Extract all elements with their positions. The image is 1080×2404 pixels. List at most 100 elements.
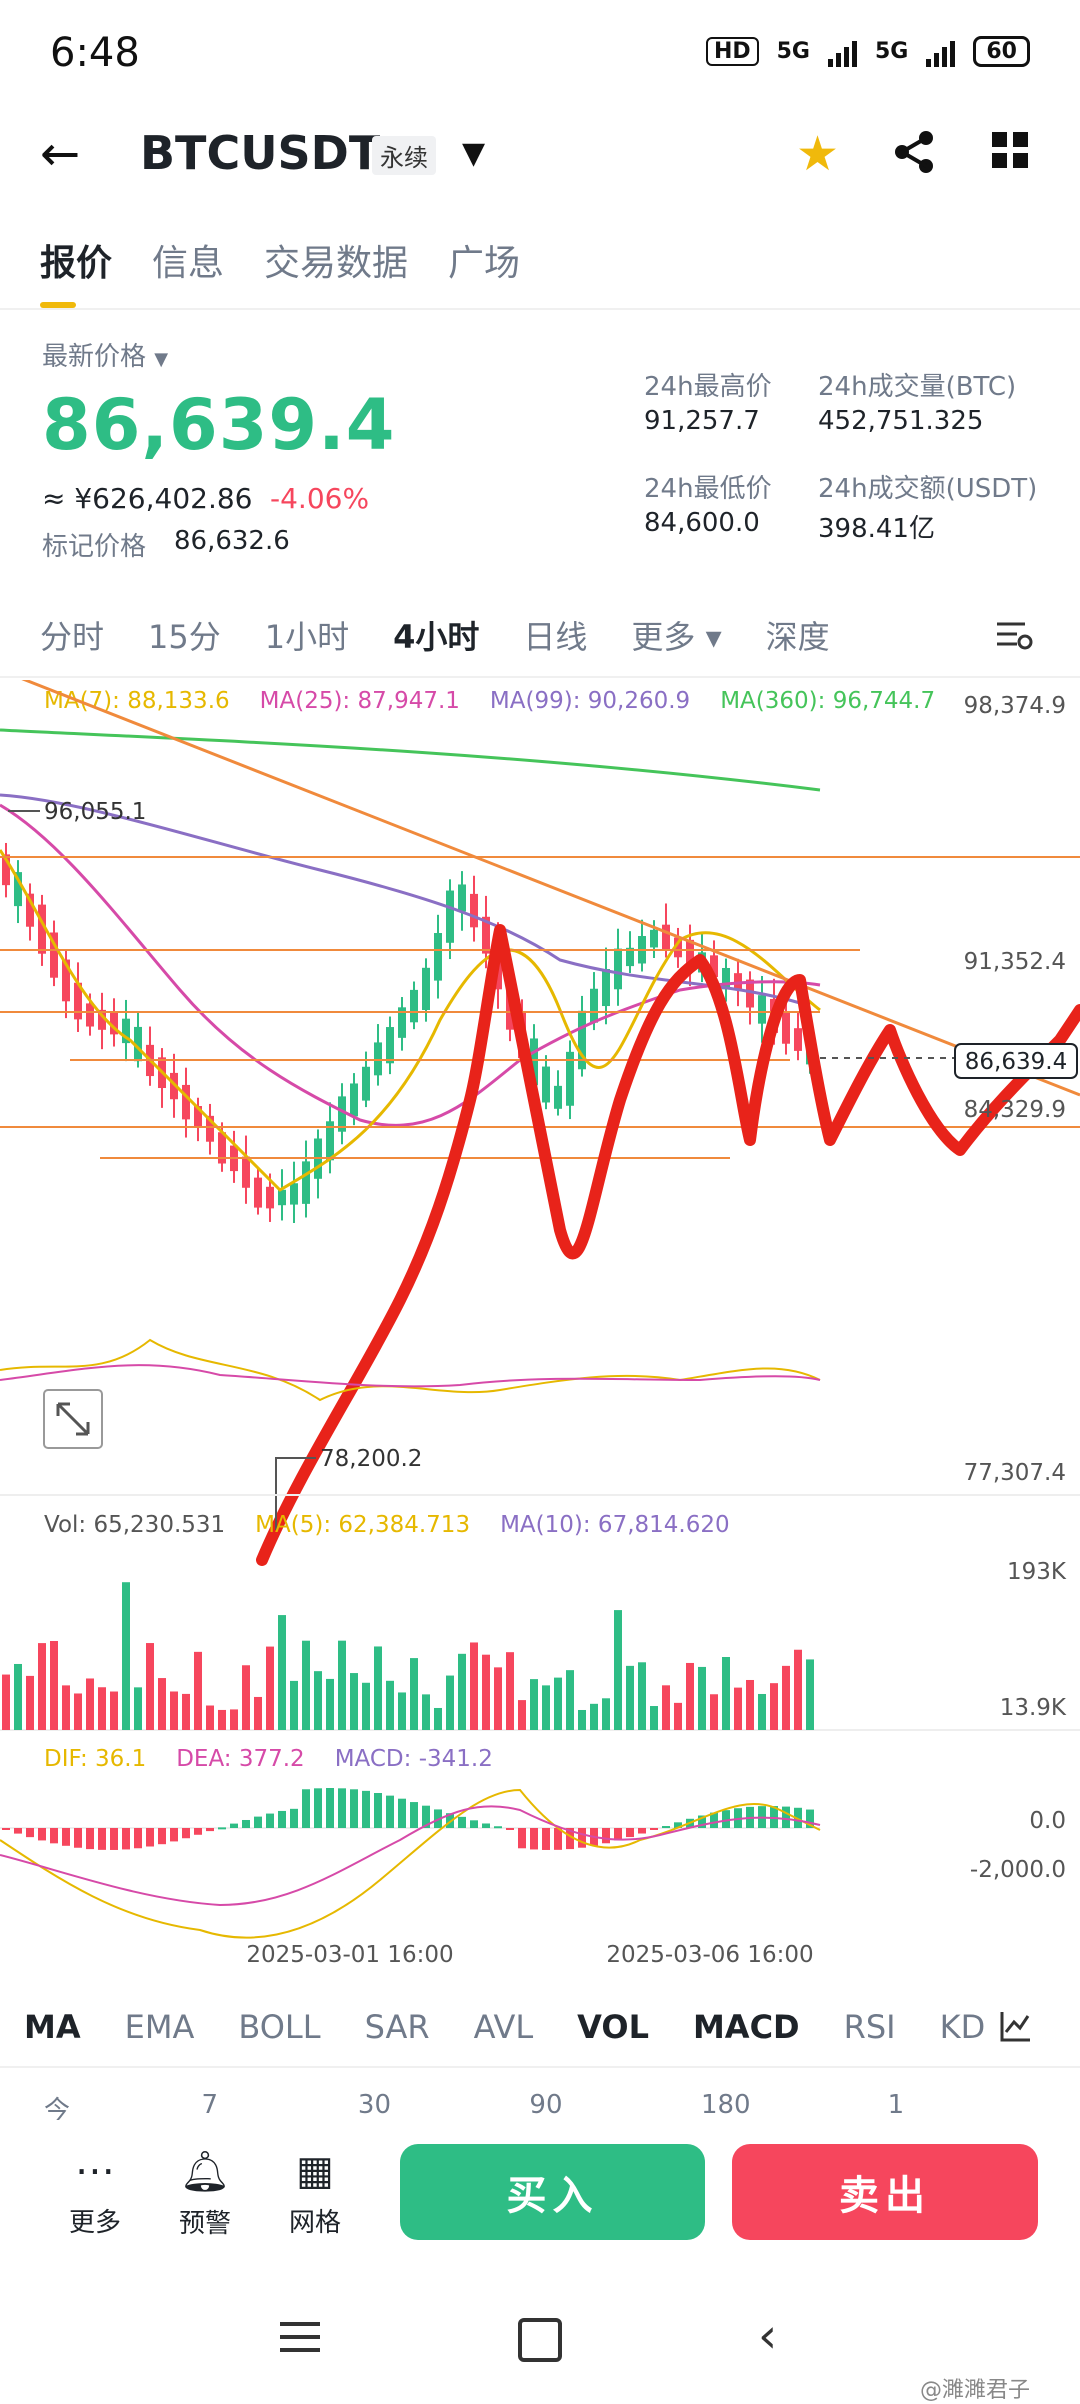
period-7d[interactable]: 7 天 (202, 2090, 248, 2120)
high-24h-value: 91,257.7 (644, 406, 760, 436)
macd-bar (278, 1810, 286, 1828)
interval-1h[interactable]: 1小时 (265, 612, 349, 658)
indicator-ma[interactable]: MA (24, 2008, 81, 2046)
menu-icon[interactable] (280, 2322, 320, 2352)
candle-body (386, 1027, 394, 1064)
candle-body (590, 988, 598, 1023)
period-180d[interactable]: 180 天 (701, 2090, 778, 2120)
volume-bar (206, 1705, 214, 1730)
volume-bar (614, 1610, 622, 1730)
macd-legend: DIF: 36.1 DEA: 377.2 MACD: -341.2 (44, 1746, 493, 1772)
macd-bar (482, 1823, 490, 1828)
volume-bar (782, 1665, 790, 1730)
volume-bar (182, 1693, 190, 1730)
signal-icon-2 (926, 37, 956, 67)
divider (0, 308, 1080, 310)
indicator-vol[interactable]: VOL (577, 2008, 649, 2046)
volume-bar (734, 1687, 742, 1730)
indicator-macd[interactable]: MACD (693, 2008, 800, 2046)
macd-axis-low: -2,000.0 (970, 1857, 1066, 1883)
favorite-star-icon[interactable]: ★ (796, 126, 839, 182)
symbol-title[interactable]: BTCUSDT (140, 126, 380, 180)
tab-quote[interactable]: 报价 (40, 234, 112, 308)
macd-bar (134, 1828, 142, 1849)
indicator-boll[interactable]: BOLL (238, 2008, 320, 2046)
period-30d[interactable]: 30 天 (358, 2090, 420, 2120)
interval-tabs: 分时 15分 1小时 4小时 日线 更多 ▾ 深度 (40, 612, 874, 658)
indicator-ema[interactable]: EMA (125, 2008, 195, 2046)
volume-bar (458, 1653, 466, 1730)
interval-timeline[interactable]: 分时 (40, 612, 104, 658)
price-axis-low: 84,329.9 (964, 1097, 1066, 1123)
interval-1d[interactable]: 日线 (523, 612, 587, 658)
candles (2, 842, 814, 1223)
volume-bar (62, 1685, 70, 1730)
buy-button[interactable]: 买入 (400, 2144, 705, 2240)
candle-body (758, 995, 766, 1024)
interval-depth[interactable]: 深度 (766, 612, 830, 658)
back-arrow-icon[interactable]: ← (40, 126, 80, 182)
volume-bars (2, 1582, 814, 1730)
network-5g-icon: 5G (776, 39, 810, 64)
tab-info[interactable]: 信息 (152, 234, 224, 286)
alert-button[interactable]: 🔔︎ 预警 (160, 2148, 250, 2240)
tab-square[interactable]: 广场 (448, 234, 520, 286)
volume-bar (230, 1709, 238, 1730)
macd-bar (50, 1828, 58, 1844)
latest-price-label[interactable]: 最新价格 ▼ (42, 336, 168, 373)
candle-body (458, 884, 466, 912)
macd-axis-zero: 0.0 (1029, 1808, 1066, 1834)
volume-bar (290, 1680, 298, 1730)
vol-value: Vol: 65,230.531 (44, 1512, 226, 1538)
period-today[interactable]: 今日 (44, 2090, 92, 2120)
more-dots-icon: ⋯ (75, 2148, 115, 2194)
candle-body (182, 1084, 190, 1120)
interval-more[interactable]: 更多 ▾ (631, 612, 721, 658)
indicator-avl[interactable]: AVL (474, 2008, 534, 2046)
kline-chart[interactable]: 86,639.4 98,374.9 91,352.4 84,329.9 77,3… (0, 680, 1080, 1970)
macd-bar (242, 1819, 250, 1828)
volume-bar (266, 1646, 274, 1730)
macd-bar (182, 1828, 190, 1839)
top-tabs: 报价 信息 交易数据 广场 (40, 234, 520, 308)
volume-bar (686, 1662, 694, 1730)
back-nav-icon[interactable]: ‹ (758, 2308, 777, 2364)
macd-bar (350, 1789, 358, 1828)
status-icons: HD 5G 5G 60 (705, 36, 1030, 67)
grid-trading-button[interactable]: ▦ 网格 (270, 2148, 360, 2239)
indicator-edit-icon[interactable] (998, 2008, 1034, 2044)
home-icon[interactable] (518, 2318, 562, 2362)
macd-bar (206, 1828, 214, 1832)
period-1y[interactable]: 1 年 (888, 2090, 934, 2120)
sell-button[interactable]: 卖出 (732, 2144, 1038, 2240)
status-time: 6:48 (50, 30, 140, 76)
period-90d[interactable]: 90 天 (529, 2090, 591, 2120)
macd-histogram (2, 1788, 814, 1850)
macd-bar (302, 1789, 310, 1828)
symbol-dropdown-icon[interactable]: ▼ (462, 136, 485, 171)
volume-bar (98, 1687, 106, 1730)
candle-body (350, 1083, 358, 1117)
macd-bar (14, 1828, 22, 1834)
macd-bar (146, 1828, 154, 1847)
volume-bar (350, 1673, 358, 1730)
interval-4h[interactable]: 4小时 (393, 612, 479, 658)
grid-menu-icon[interactable] (990, 130, 1030, 170)
indicator-kd[interactable]: KD (940, 2008, 986, 2046)
macd-bar (602, 1828, 610, 1844)
tab-trading-data[interactable]: 交易数据 (264, 234, 408, 286)
date-label-2: 2025-03-06 16:00 (606, 1942, 813, 1968)
volume-bar (86, 1678, 94, 1730)
volume-bar (722, 1657, 730, 1730)
indicator-rsi[interactable]: RSI (844, 2008, 896, 2046)
indicator-tabs: MA EMA BOLL SAR AVL VOL MACD RSI KD (24, 2008, 1029, 2046)
interval-15m[interactable]: 15分 (148, 612, 221, 658)
share-icon[interactable] (890, 128, 938, 176)
chart-settings-icon[interactable] (995, 618, 1035, 654)
volume-bar (422, 1694, 430, 1730)
vol-usdt-label: 24h成交额(USDT) (818, 474, 1038, 504)
volume-bar (470, 1642, 478, 1730)
macd-bar (398, 1798, 406, 1828)
indicator-sar[interactable]: SAR (365, 2008, 430, 2046)
more-button[interactable]: ⋯ 更多 (50, 2148, 140, 2239)
